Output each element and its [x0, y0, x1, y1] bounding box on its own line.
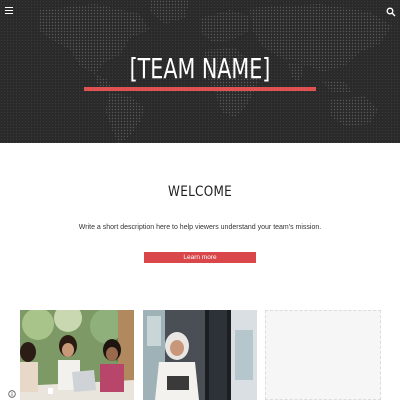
info-button[interactable]: [8, 385, 16, 398]
page-title: [TEAM NAME]: [129, 52, 271, 85]
team-meeting-photo: [20, 310, 134, 400]
info-icon: [8, 390, 16, 398]
menu-button[interactable]: [4, 5, 14, 15]
woman-with-tablet-photo: [143, 310, 257, 400]
search-button[interactable]: [386, 4, 396, 17]
learn-more-button[interactable]: Learn more: [144, 252, 256, 263]
welcome-heading: WELCOME: [168, 184, 232, 200]
search-icon: [386, 7, 396, 17]
welcome-description: Write a short description here to help v…: [78, 224, 322, 231]
title-underline: [84, 87, 316, 91]
hamburger-menu-icon: [5, 6, 13, 8]
empty-image-placeholder[interactable]: [265, 310, 381, 400]
hero-banner: [TEAM NAME]: [0, 0, 400, 143]
